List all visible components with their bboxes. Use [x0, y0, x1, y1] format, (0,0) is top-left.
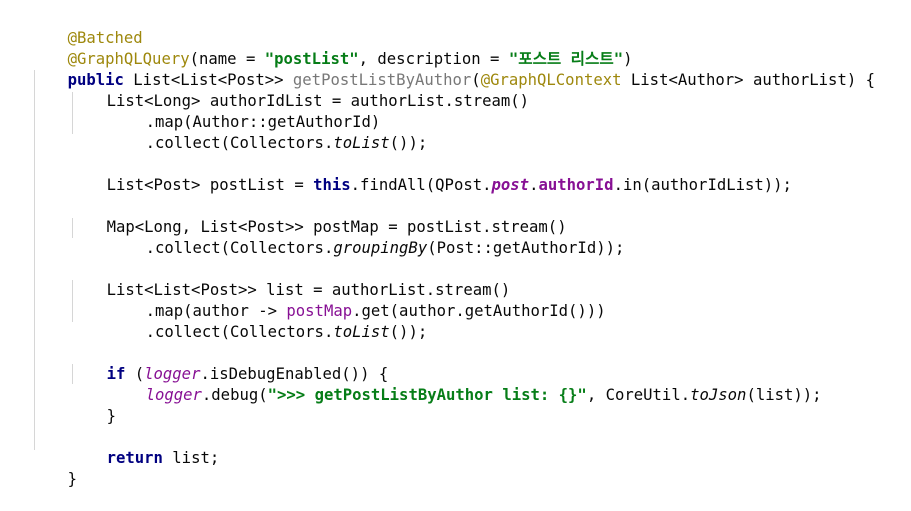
code-line[interactable]: logger.debug(">>> getPostListByAuthor li… — [108, 364, 822, 404]
string-literal: ">>> getPostListByAuthor list: {}" — [267, 386, 587, 404]
code-line[interactable]: Map<Long, List<Post>> postMap = postList… — [69, 196, 567, 236]
static-method: toJson — [690, 386, 747, 404]
code-token: .debug( — [201, 386, 268, 404]
code-line[interactable]: if (logger.isDebugEnabled()) { — [69, 343, 389, 383]
static-field: post — [491, 176, 530, 194]
code-line[interactable]: .collect(Collectors.toList()); — [108, 112, 428, 152]
code-token: ()); — [389, 323, 428, 341]
code-token: .findAll(QPost. — [350, 176, 492, 194]
code-line[interactable]: .map(author -> postMap.get(author.getAut… — [108, 280, 606, 320]
code-token: (Post::getAuthorId)); — [427, 239, 625, 257]
field-name: authorId — [538, 176, 614, 194]
code-token: ()); — [389, 134, 428, 152]
code-token: } — [67, 470, 77, 488]
code-token: .collect(Collectors. — [145, 239, 334, 257]
code-token: } — [106, 407, 116, 425]
code-token: (list)); — [746, 386, 822, 404]
code-token: List<Author> authorList) { — [621, 71, 875, 89]
code-editor[interactable]: @Batched @GraphQLQuery(name = "postList"… — [0, 0, 911, 488]
keyword-return: return — [106, 449, 163, 467]
code-token: List<Post> postList = — [106, 176, 314, 194]
indent-guide — [34, 70, 35, 450]
static-method: toList — [333, 323, 390, 341]
field-logger: logger — [145, 386, 202, 404]
code-line[interactable]: List<Long> authorIdList = authorList.str… — [69, 70, 529, 110]
code-line[interactable]: List<Post> postList = this.findAll(QPost… — [69, 154, 792, 194]
code-line[interactable]: @GraphQLQuery(name = "postList", descrip… — [30, 28, 633, 68]
code-token: list; — [162, 449, 220, 467]
static-method: groupingBy — [333, 239, 428, 257]
code-token: .in(authorIdList)); — [613, 176, 792, 194]
code-line[interactable]: .map(Author::getAuthorId) — [108, 91, 381, 131]
static-method: toList — [333, 134, 390, 152]
code-line[interactable]: @Batched — [30, 7, 143, 47]
code-token: .collect(Collectors. — [145, 134, 334, 152]
code-line[interactable]: return list; — [69, 427, 220, 467]
code-line[interactable]: } — [30, 448, 77, 488]
code-token: .collect(Collectors. — [145, 323, 334, 341]
code-line[interactable]: public List<List<Post>> getPostListByAut… — [30, 49, 875, 89]
code-line[interactable]: List<List<Post>> list = authorList.strea… — [69, 259, 511, 299]
code-line[interactable]: .collect(Collectors.groupingBy(Post::get… — [108, 217, 625, 257]
keyword-this: this — [313, 176, 351, 194]
code-line[interactable]: } — [69, 385, 116, 425]
code-token: , CoreUtil. — [586, 386, 691, 404]
code-line[interactable]: .collect(Collectors.toList()); — [108, 301, 428, 341]
